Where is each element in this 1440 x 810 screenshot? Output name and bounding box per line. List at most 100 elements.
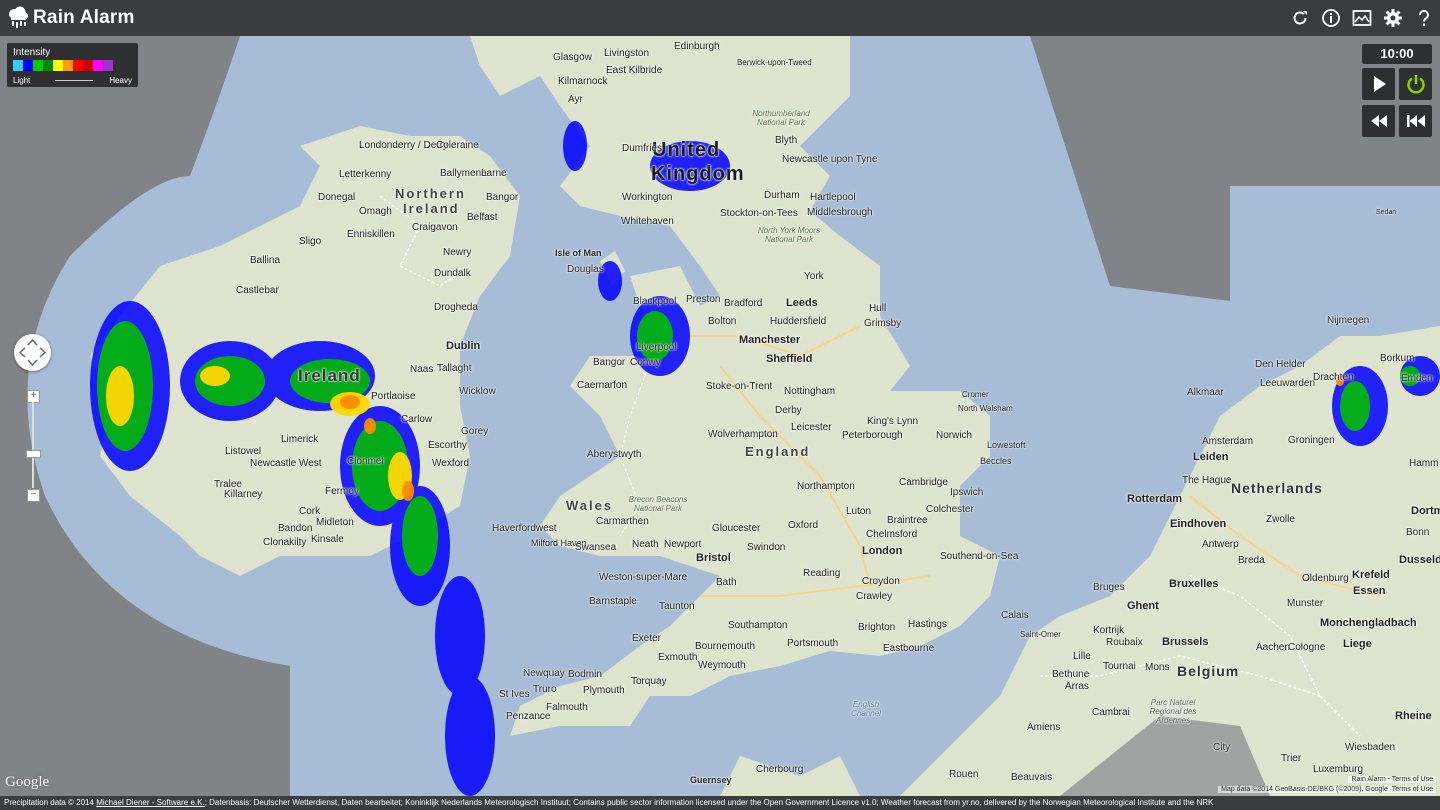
city-label: Caernarfon bbox=[577, 380, 628, 391]
city-label: Durham bbox=[764, 190, 800, 201]
city-label: Cologne bbox=[1288, 642, 1326, 653]
info-button[interactable] bbox=[1320, 6, 1341, 30]
city-label: Stoke-on-Trent bbox=[706, 381, 773, 392]
city-label: Norwich bbox=[936, 430, 973, 441]
country-label-ireland: Ireland bbox=[298, 366, 361, 385]
city-label: Newcastle West bbox=[250, 458, 322, 469]
city-label: Dortmund bbox=[1411, 505, 1440, 517]
zoom-slider-track[interactable] bbox=[32, 402, 34, 488]
city-label: Bandon bbox=[278, 523, 313, 534]
region-label-england: England bbox=[745, 444, 811, 459]
city-label: Workington bbox=[622, 192, 673, 203]
city-label: Kinsale bbox=[311, 534, 344, 545]
google-logo: Google bbox=[5, 774, 50, 790]
city-label: Rouen bbox=[949, 769, 979, 780]
city-label: Portlaoise bbox=[371, 391, 416, 402]
footer-prefix: Precipitation data © 2014 bbox=[4, 798, 97, 807]
city-label: Sedan bbox=[1376, 209, 1397, 216]
country-label-netherlands: Netherlands bbox=[1231, 480, 1323, 496]
region-label-wales: Wales bbox=[566, 498, 614, 513]
city-label: Glasgow bbox=[553, 52, 592, 63]
refresh-button[interactable] bbox=[1289, 6, 1310, 30]
city-label: Barnstaple bbox=[589, 596, 637, 607]
footer-suffix: ; Datenbasis: Deutscher Wetterdienst, Da… bbox=[204, 798, 1214, 807]
city-label: Enniskillen bbox=[347, 229, 395, 240]
city-label: City bbox=[1213, 742, 1231, 753]
rain-radar-map[interactable]: United Kingdom Ireland Northern Ireland … bbox=[0, 36, 1440, 796]
play-button[interactable] bbox=[1362, 68, 1395, 100]
city-label: Chelmsford bbox=[866, 529, 918, 540]
city-label: Leeuwarden bbox=[1260, 378, 1316, 389]
city-label: Preston bbox=[686, 294, 721, 305]
city-label: London bbox=[862, 545, 903, 557]
skip-to-start-button[interactable] bbox=[1399, 105, 1432, 137]
play-icon bbox=[1373, 76, 1386, 92]
pan-arrows-icon bbox=[18, 338, 47, 367]
city-label: Southampton bbox=[728, 620, 788, 631]
city-label: Bethune bbox=[1052, 669, 1090, 680]
city-label: Luxemburg bbox=[1313, 764, 1364, 775]
city-label: Haverfordwest bbox=[492, 523, 557, 534]
city-label: Emden bbox=[1401, 373, 1433, 384]
city-label: Midleton bbox=[316, 517, 354, 528]
city-label: Dumfries bbox=[622, 143, 663, 154]
zoom-out-button[interactable]: − bbox=[27, 489, 40, 502]
city-label: Leeds bbox=[786, 297, 818, 309]
city-label: Den Helder bbox=[1255, 359, 1306, 370]
help-button[interactable] bbox=[1413, 6, 1434, 30]
country-label-belgium: Belgium bbox=[1177, 663, 1240, 679]
city-label: Manchester bbox=[739, 334, 801, 346]
city-label: Drogheda bbox=[434, 302, 478, 313]
city-label: Newquay bbox=[523, 668, 565, 679]
city-label: Tournai bbox=[1103, 661, 1136, 672]
app-logo: Rain Alarm bbox=[7, 6, 135, 30]
legend-swatch bbox=[93, 60, 103, 71]
rain-alarm-terms-link[interactable]: Rain Alarm - Terms of Use bbox=[1348, 776, 1436, 783]
city-label: Ballymena bbox=[440, 168, 487, 179]
city-label: Lille bbox=[1073, 651, 1091, 662]
city-label: Penzance bbox=[506, 711, 551, 722]
pan-control[interactable] bbox=[14, 334, 51, 371]
city-label: Gloucester bbox=[712, 523, 761, 534]
terms-of-use-link[interactable]: Terms of Use bbox=[1392, 786, 1433, 793]
city-label: Wiesbaden bbox=[1345, 742, 1396, 753]
city-label: Eastbourne bbox=[883, 643, 935, 654]
city-label: Newcastle upon Tyne bbox=[782, 154, 878, 165]
city-label: Bruges bbox=[1093, 582, 1125, 593]
help-icon bbox=[1418, 9, 1429, 26]
cloud-rain-logo-icon bbox=[9, 6, 28, 28]
zoom-slider-thumb[interactable] bbox=[26, 450, 41, 458]
city-label: Braintree bbox=[887, 515, 928, 526]
refresh-icon bbox=[1293, 11, 1307, 25]
city-label: Borkum bbox=[1380, 353, 1415, 364]
city-label: Conwy bbox=[630, 357, 661, 368]
city-label: Beccles bbox=[980, 456, 1012, 466]
intensity-legend: Intensity Light Heavy bbox=[7, 43, 138, 87]
city-label: Taunton bbox=[659, 601, 695, 612]
city-label: Blyth bbox=[775, 135, 798, 146]
city-label: Ghent bbox=[1127, 600, 1159, 612]
settings-button[interactable] bbox=[1382, 6, 1403, 30]
map-layer-button[interactable] bbox=[1351, 6, 1372, 30]
city-label: Blackpool bbox=[633, 296, 677, 307]
power-button[interactable] bbox=[1399, 68, 1432, 100]
legend-swatch bbox=[83, 60, 93, 71]
rewind-button[interactable] bbox=[1362, 105, 1395, 137]
city-label: Drachten bbox=[1313, 372, 1354, 383]
city-label: Carmarthen bbox=[596, 516, 649, 527]
city-label: Listowel bbox=[225, 446, 262, 457]
legend-swatch bbox=[43, 60, 53, 71]
legend-light-label: Light bbox=[13, 76, 31, 85]
city-label: Luton bbox=[846, 506, 872, 517]
city-label: Guernsey bbox=[690, 775, 732, 785]
city-label: Cambridge bbox=[899, 477, 948, 488]
city-label: Saint-Omer bbox=[1020, 630, 1061, 639]
city-label: Huddersfield bbox=[770, 316, 827, 327]
developer-link[interactable]: Michael Diener - Software e.K. bbox=[96, 798, 205, 807]
legend-swatch bbox=[73, 60, 83, 71]
rewind-icon bbox=[1370, 115, 1387, 127]
map-data-text: Map data ©2014 GeoBasis-DE/BKG (©2009), … bbox=[1221, 786, 1388, 793]
city-label: Clonakilty bbox=[263, 537, 307, 548]
legend-swatch bbox=[13, 60, 23, 71]
city-label: Arras bbox=[1065, 681, 1089, 692]
